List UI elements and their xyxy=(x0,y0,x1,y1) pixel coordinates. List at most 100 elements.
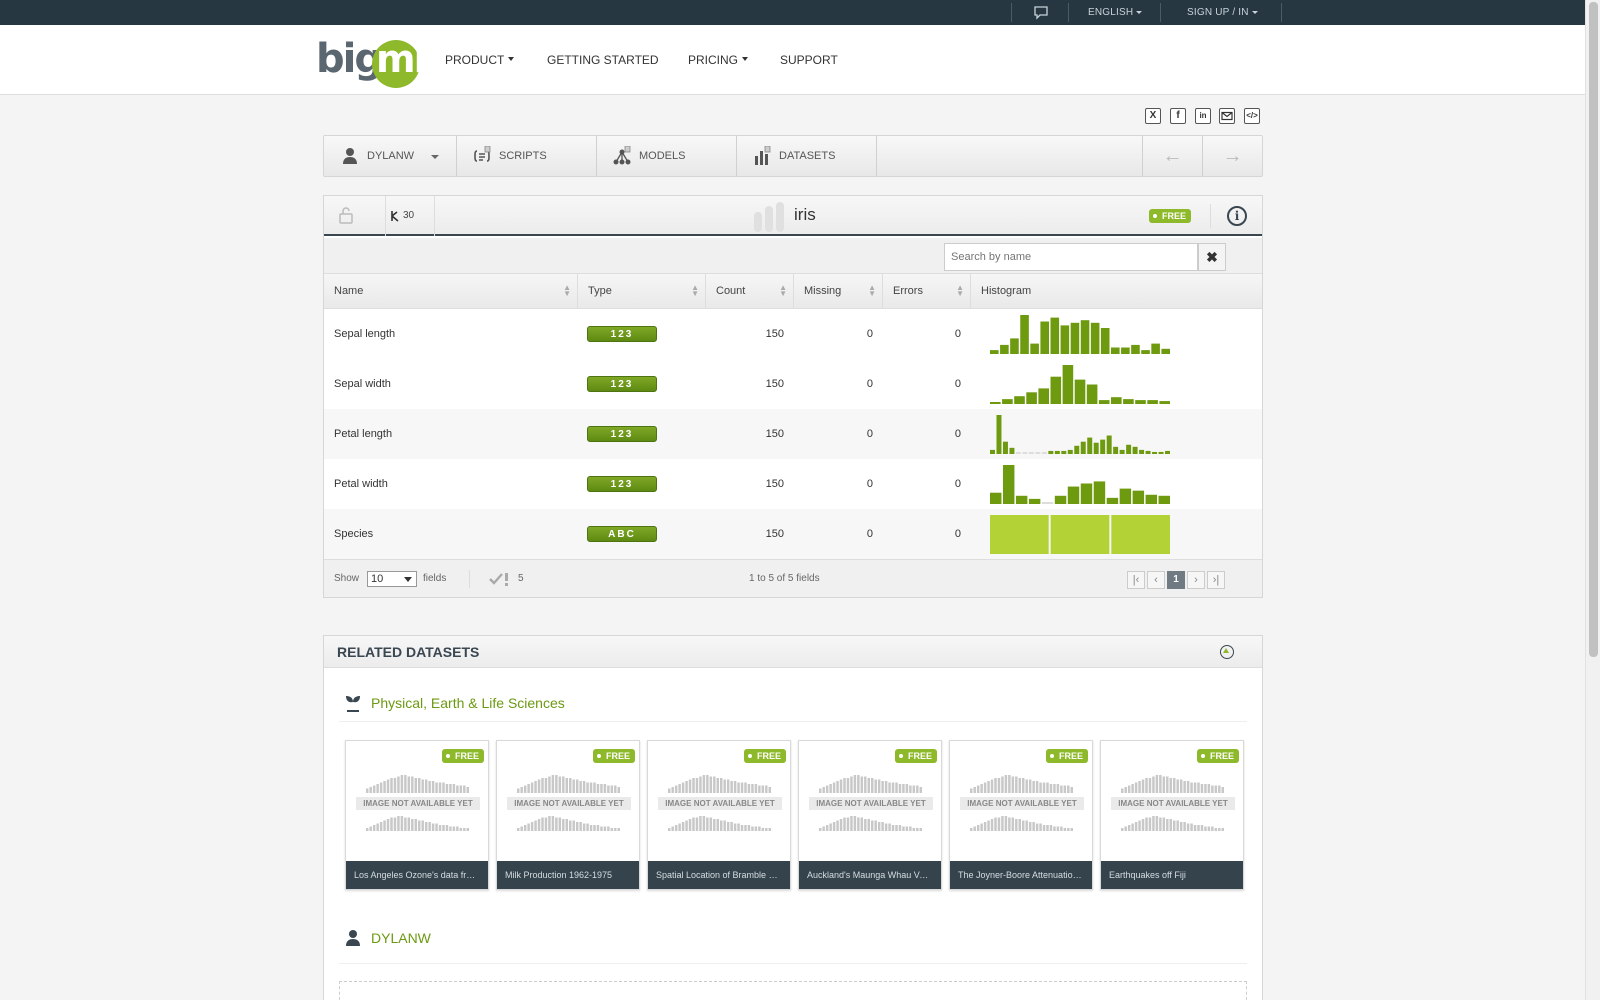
histogram-bar[interactable] xyxy=(1009,447,1015,454)
dataset-card[interactable]: FREE IMAGE NOT AVAILABLE YET Milk Produc… xyxy=(496,740,640,890)
histogram[interactable] xyxy=(990,513,1170,554)
histogram-bar[interactable] xyxy=(1028,498,1041,504)
histogram-bar[interactable] xyxy=(1111,397,1122,404)
histogram-bar[interactable] xyxy=(1100,328,1110,354)
current-page[interactable]: 1 xyxy=(1167,571,1185,589)
dataset-card[interactable]: FREE IMAGE NOT AVAILABLE YET The Joyner-… xyxy=(949,740,1093,890)
histogram-bar[interactable] xyxy=(1074,445,1080,454)
info-icon[interactable]: i xyxy=(1227,206,1247,226)
histogram-bar[interactable] xyxy=(1028,452,1034,454)
histogram-bar[interactable] xyxy=(1050,515,1110,554)
tab-models[interactable]: MODELS xyxy=(597,136,737,176)
collapse-icon[interactable] xyxy=(1220,645,1234,659)
histogram-bar[interactable] xyxy=(1135,400,1146,404)
histogram-bar[interactable] xyxy=(1061,450,1067,454)
workflow-steps[interactable]: 30 xyxy=(385,196,435,236)
histogram[interactable] xyxy=(990,363,1170,404)
histogram-bar[interactable] xyxy=(1041,502,1054,504)
histogram-bar[interactable] xyxy=(1054,450,1060,454)
last-page-button[interactable]: ›| xyxy=(1207,571,1225,589)
table-row[interactable]: Species ABC 150 0 0 xyxy=(324,509,1262,559)
histogram-bar[interactable] xyxy=(1147,400,1158,404)
histogram-bar[interactable] xyxy=(1015,452,1021,454)
column-count[interactable]: Count ▲ ▼ xyxy=(706,274,794,309)
histogram-bar[interactable] xyxy=(1074,379,1086,404)
histogram-bar[interactable] xyxy=(1054,495,1067,504)
histogram-bar[interactable] xyxy=(1020,315,1029,354)
x-share-icon[interactable]: X xyxy=(1145,108,1161,124)
histogram-bar[interactable] xyxy=(1030,343,1039,354)
histogram-bar[interactable] xyxy=(1111,347,1120,355)
histogram-bar[interactable] xyxy=(1111,515,1170,554)
histogram-bar[interactable] xyxy=(1132,490,1145,504)
histogram-bar[interactable] xyxy=(1080,320,1090,354)
histogram-bar[interactable] xyxy=(1048,450,1054,454)
histogram-bar[interactable] xyxy=(1119,488,1132,504)
page-scrollbar[interactable] xyxy=(1585,0,1600,1000)
first-page-button[interactable]: |‹ xyxy=(1127,571,1145,589)
histogram-bar[interactable] xyxy=(1139,449,1145,454)
histogram-bar[interactable] xyxy=(1067,486,1080,504)
histogram-bar[interactable] xyxy=(1090,322,1100,354)
histogram-bar[interactable] xyxy=(1015,495,1028,504)
histogram-bar[interactable] xyxy=(1113,446,1119,454)
histogram-bar[interactable] xyxy=(1014,396,1025,404)
histogram-bar[interactable] xyxy=(1040,321,1049,355)
histogram-bar[interactable] xyxy=(1159,401,1170,404)
embed-code-icon[interactable]: </> xyxy=(1244,108,1260,124)
histogram-bar[interactable] xyxy=(990,402,1001,404)
column-missing[interactable]: Missing ▲ ▼ xyxy=(794,274,883,309)
prev-page-button[interactable]: ‹ xyxy=(1147,571,1165,589)
dataset-card[interactable]: FREE IMAGE NOT AVAILABLE YET Auckland's … xyxy=(798,740,942,890)
histogram-bar[interactable] xyxy=(1141,350,1150,354)
histogram[interactable] xyxy=(990,413,1170,454)
arrow-left-icon[interactable]: ← xyxy=(1142,136,1202,176)
histogram-bar[interactable] xyxy=(1123,399,1134,404)
histogram-bar[interactable] xyxy=(1038,388,1049,404)
nav-support[interactable]: SUPPORT xyxy=(780,25,838,95)
dataset-card[interactable]: FREE IMAGE NOT AVAILABLE YET Earthquakes… xyxy=(1100,740,1244,890)
histogram-bar[interactable] xyxy=(1050,317,1060,354)
language-select[interactable]: ENGLISH xyxy=(1088,0,1143,25)
histogram-bar[interactable] xyxy=(1119,449,1125,454)
histogram-bar[interactable] xyxy=(1131,344,1140,354)
user-section-title[interactable]: DYLANW xyxy=(371,930,431,946)
histogram[interactable] xyxy=(990,313,1170,354)
table-row[interactable]: Sepal length 123 150 0 0 xyxy=(324,309,1262,359)
histogram-bar[interactable] xyxy=(1002,399,1013,404)
histogram-bar[interactable] xyxy=(1151,343,1160,354)
histogram-bar[interactable] xyxy=(1062,365,1074,404)
histogram-bar[interactable] xyxy=(1093,481,1106,504)
column-type[interactable]: Type ▲ ▼ xyxy=(578,274,706,309)
histogram-bar[interactable] xyxy=(1152,451,1158,454)
histogram-bar[interactable] xyxy=(1080,441,1086,454)
signup-link[interactable]: SIGN UP / IN xyxy=(1187,0,1258,25)
histogram[interactable] xyxy=(990,463,1170,504)
histogram-bar[interactable] xyxy=(990,492,1002,504)
histogram-bar[interactable] xyxy=(1121,347,1130,355)
histogram-bar[interactable] xyxy=(1087,437,1093,454)
table-row[interactable]: Petal width 123 150 0 0 xyxy=(324,459,1262,509)
tab-datasets[interactable]: DATASETS xyxy=(737,136,877,176)
histogram-bar[interactable] xyxy=(1080,483,1093,504)
category-title[interactable]: Physical, Earth & Life Sciences xyxy=(371,695,565,711)
histogram-bar[interactable] xyxy=(1041,452,1047,454)
unlock-icon[interactable] xyxy=(336,205,356,225)
nav-getting-started[interactable]: GETTING STARTED xyxy=(547,25,659,95)
nav-pricing[interactable]: PRICING xyxy=(688,25,749,95)
histogram-bar[interactable] xyxy=(1161,348,1170,354)
histogram-bar[interactable] xyxy=(1098,400,1110,404)
histogram-bar[interactable] xyxy=(1132,446,1138,454)
dataset-card[interactable]: FREE IMAGE NOT AVAILABLE YET Los Angeles… xyxy=(345,740,489,890)
facebook-share-icon[interactable]: f xyxy=(1170,108,1186,124)
histogram-bar[interactable] xyxy=(1050,376,1062,404)
chat-icon[interactable] xyxy=(1033,5,1049,20)
histogram-bar[interactable] xyxy=(1060,325,1070,354)
user-menu[interactable]: DYLANW xyxy=(324,136,457,176)
histogram-bar[interactable] xyxy=(1070,322,1080,354)
check-warning-icon[interactable] xyxy=(489,572,511,586)
histogram-bar[interactable] xyxy=(1100,439,1106,454)
histogram-bar[interactable] xyxy=(1000,344,1009,354)
histogram-bar[interactable] xyxy=(1086,384,1098,405)
search-input[interactable] xyxy=(944,243,1198,271)
